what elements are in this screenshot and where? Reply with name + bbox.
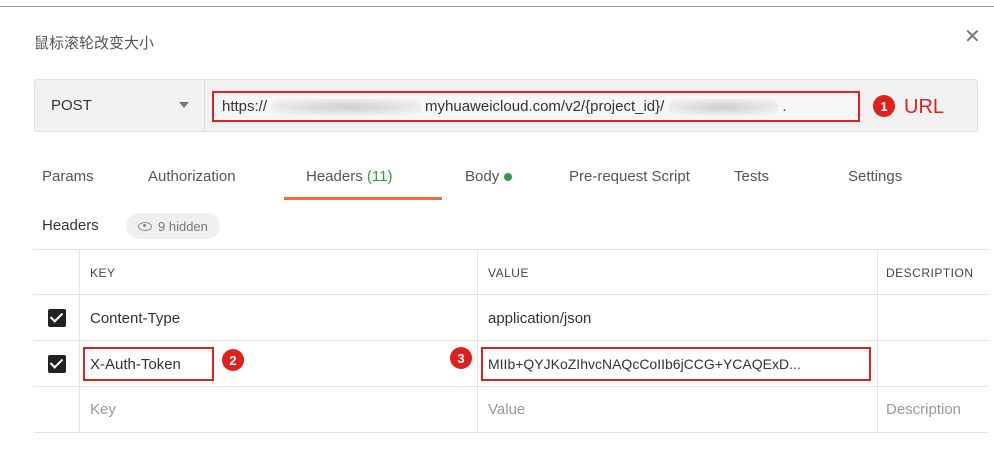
- method-select[interactable]: POST: [35, 80, 205, 131]
- tab-tests[interactable]: Tests: [734, 168, 769, 185]
- row-checkbox[interactable]: [48, 355, 66, 373]
- annotation-box-key: [83, 347, 214, 381]
- row-checkbox[interactable]: [48, 309, 66, 327]
- column-header-value: VALUE: [488, 266, 529, 280]
- row-divider: [34, 340, 988, 341]
- tab-body-label: Body: [465, 168, 500, 185]
- method-label: POST: [51, 97, 92, 114]
- annotation-box-value: [481, 347, 871, 381]
- redacted-host: [271, 98, 422, 115]
- tab-headers[interactable]: Headers (11): [306, 168, 392, 185]
- annotation-badge-3: 3: [450, 347, 472, 369]
- annotation-badge-2: 2: [222, 349, 244, 371]
- eye-icon: [138, 221, 152, 231]
- redacted-path: [668, 98, 779, 115]
- tab-settings[interactable]: Settings: [848, 168, 902, 185]
- url-prefix: https://: [222, 98, 268, 115]
- tab-prerequest-script[interactable]: Pre-request Script: [569, 168, 690, 185]
- tab-params[interactable]: Params: [42, 168, 94, 185]
- new-key-input[interactable]: Key: [90, 401, 116, 418]
- tab-body[interactable]: Body: [465, 168, 513, 185]
- header-value-cell[interactable]: application/json: [488, 310, 591, 327]
- annotation-url-label: URL: [904, 96, 945, 118]
- annotation-badge-1: 1: [873, 95, 895, 117]
- url-input[interactable]: https:// myhuaweicloud.com/v2/{project_i…: [212, 91, 860, 122]
- hidden-headers-text: 9 hidden: [158, 218, 208, 234]
- column-divider: [477, 249, 478, 432]
- dialog-title: 鼠标滚轮改变大小: [34, 35, 155, 52]
- chevron-down-icon: [179, 102, 189, 108]
- table-border-bottom: [34, 432, 988, 433]
- headers-section-label: Headers: [42, 217, 99, 234]
- active-tab-indicator: [284, 197, 442, 200]
- url-suffix: .: [782, 98, 787, 115]
- top-divider: [0, 6, 994, 7]
- new-value-input[interactable]: Value: [488, 401, 525, 418]
- table-header-divider: [34, 294, 988, 295]
- tab-headers-label: Headers: [306, 168, 363, 185]
- table-border-top: [34, 249, 988, 250]
- request-bar: POST https:// myhuaweicloud.com/v2/{proj…: [34, 79, 978, 132]
- url-path: myhuaweicloud.com/v2/{project_id}/: [425, 98, 665, 115]
- close-icon[interactable]: ✕: [964, 27, 981, 47]
- new-description-input[interactable]: Description: [886, 401, 961, 418]
- column-header-key: KEY: [90, 266, 116, 280]
- hidden-headers-toggle[interactable]: 9 hidden: [126, 213, 220, 239]
- tab-authorization[interactable]: Authorization: [148, 168, 236, 185]
- status-dot-icon: [504, 173, 513, 182]
- column-divider: [877, 249, 878, 432]
- column-header-description: DESCRIPTION: [886, 266, 974, 280]
- tab-headers-count: (11): [366, 168, 393, 185]
- header-key-cell[interactable]: Content-Type: [90, 310, 180, 327]
- row-divider: [34, 386, 988, 387]
- column-divider: [79, 249, 80, 432]
